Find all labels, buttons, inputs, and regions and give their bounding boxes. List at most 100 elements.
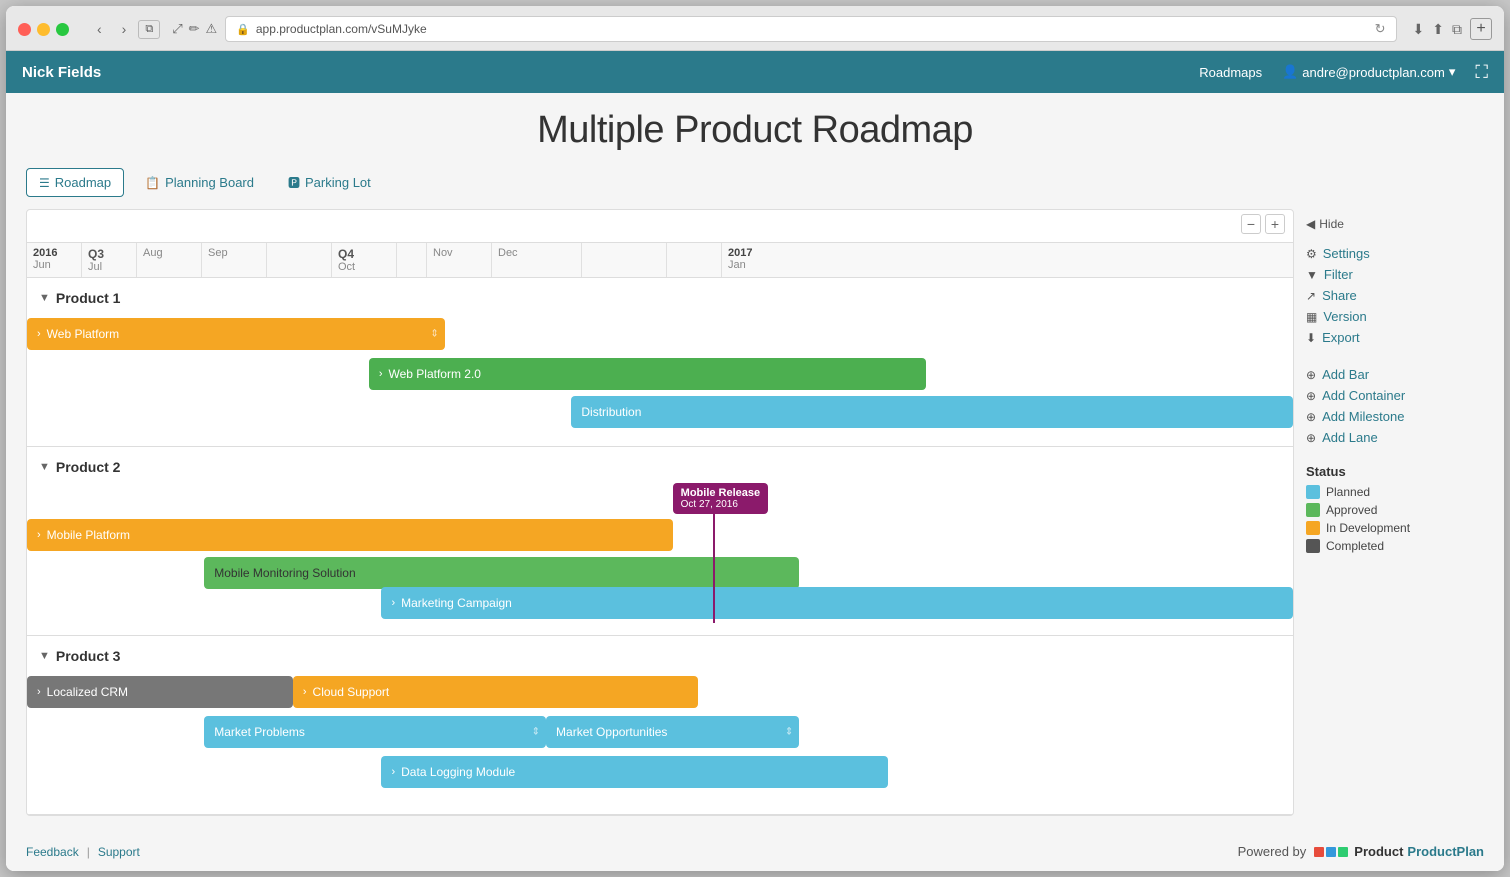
col-q4: Q4 Oct (332, 243, 397, 277)
tool3-button[interactable]: ⚠ (206, 21, 218, 37)
expand-icon: ⇕ (785, 727, 793, 738)
status-legend: Status Planned Approved In Development (1306, 464, 1472, 553)
user-menu[interactable]: 👤 andre@productplan.com ▾ (1282, 64, 1455, 80)
mobile-release-milestone: Mobile Release Oct 27, 2016 (673, 483, 768, 623)
add-container-item[interactable]: ⊕ Add Container (1306, 385, 1472, 406)
filter-item[interactable]: ▼ Filter (1306, 264, 1472, 285)
zoom-in-button[interactable]: + (1265, 214, 1285, 234)
export-item[interactable]: ⬇ Export (1306, 327, 1472, 348)
add-milestone-item[interactable]: ⊕ Add Milestone (1306, 406, 1472, 427)
add-container-icon: ⊕ (1306, 389, 1316, 403)
page-title: Multiple Product Roadmap (26, 109, 1484, 152)
footer-links: Feedback | Support (26, 845, 140, 859)
add-bar-item[interactable]: ⊕ Add Bar (1306, 364, 1472, 385)
footer: Feedback | Support Powered by Product Pro… (6, 832, 1504, 871)
tab-planning[interactable]: 📋 Planning Board (132, 168, 267, 197)
version-item[interactable]: ▦ Version (1306, 306, 1472, 327)
sidebar-tools: ⚙ Settings ▼ Filter ↗ Share ▦ (1306, 243, 1472, 348)
brand-logo-blue (1326, 847, 1336, 857)
roadmap-area: − + 2016 Jun Q3 Jul (26, 209, 1294, 816)
url-text: app.productplan.com/vSuMJyke (256, 22, 427, 36)
col-sep: Sep (202, 243, 267, 277)
window-view-button[interactable]: ⧉ (138, 20, 160, 39)
brand-name: Nick Fields (22, 64, 101, 81)
localized-crm-bar[interactable]: › Localized CRM (27, 676, 293, 708)
milestone-label: Mobile Release Oct 27, 2016 (673, 483, 768, 514)
bar-arrow-icon: › (303, 686, 307, 698)
settings-item[interactable]: ⚙ Settings (1306, 243, 1472, 264)
col-empty3 (582, 243, 667, 277)
marketing-bar[interactable]: › Marketing Campaign (381, 587, 1293, 619)
share-action-button[interactable]: ⬆ (1432, 21, 1444, 38)
product2-section: ▼ Product 2 Mobile Release Oct 27, 2016 (27, 447, 1293, 636)
market-opportunities-bar[interactable]: Market Opportunities ⇕ (546, 716, 799, 748)
tab-parking[interactable]: 🅿 Parking Lot (275, 168, 384, 197)
zoom-out-button[interactable]: − (1241, 214, 1261, 234)
web-platform-bar[interactable]: › Web Platform ⇕ (27, 318, 445, 350)
close-button[interactable] (18, 23, 31, 36)
forward-button[interactable]: › (118, 19, 131, 39)
add-bar-icon: ⊕ (1306, 368, 1316, 382)
product3-collapse[interactable]: ▼ (39, 650, 50, 662)
tool2-button[interactable]: ✏ (189, 21, 200, 37)
tool1-button[interactable]: ⤢ (172, 21, 182, 37)
product1-collapse[interactable]: ▼ (39, 292, 50, 304)
approved-dot (1306, 503, 1320, 517)
back-button[interactable]: ‹ (93, 19, 106, 39)
minimize-button[interactable] (37, 23, 50, 36)
roadmaps-link[interactable]: Roadmaps (1199, 65, 1262, 80)
brand-logo-red (1314, 847, 1324, 857)
maximize-button[interactable] (56, 23, 69, 36)
expand-icon: ⇕ (532, 727, 540, 738)
top-nav: Nick Fields Roadmaps 👤 andre@productplan… (6, 51, 1504, 93)
col-dec: Dec (492, 243, 582, 277)
hide-button[interactable]: ◀ Hide (1306, 217, 1472, 231)
support-link[interactable]: Support (98, 845, 140, 859)
col-2016: 2016 Jun (27, 243, 82, 277)
product2-header: ▼ Product 2 (27, 455, 1293, 483)
version-icon: ▦ (1306, 310, 1317, 324)
feedback-link[interactable]: Feedback (26, 845, 79, 859)
new-tab-button[interactable]: + (1470, 18, 1492, 40)
product1-section: ▼ Product 1 › Web Platform ⇕ (27, 278, 1293, 447)
product2-collapse[interactable]: ▼ (39, 461, 50, 473)
add-milestone-icon: ⊕ (1306, 410, 1316, 424)
in-development-dot (1306, 521, 1320, 535)
col-nov: Nov (427, 243, 492, 277)
parking-tab-icon: 🅿 (288, 174, 300, 191)
market-problems-bar[interactable]: Market Problems ⇕ (204, 716, 546, 748)
data-logging-bar[interactable]: › Data Logging Module (381, 756, 887, 788)
col-empty1 (267, 243, 332, 277)
cloud-support-bar[interactable]: › Cloud Support (293, 676, 698, 708)
bar-label: Distribution (581, 405, 641, 419)
col-aug: Aug (137, 243, 202, 277)
url-bar[interactable]: 🔒 app.productplan.com/vSuMJyke ↻ (225, 16, 1396, 42)
status-in-development: In Development (1306, 521, 1472, 535)
fullscreen-button[interactable]: ⛶ (1475, 62, 1488, 83)
bar-label: Market Opportunities (556, 725, 667, 739)
footer-brand: Powered by Product ProductPlan (1238, 844, 1484, 859)
download-button[interactable]: ⬇ (1413, 21, 1425, 38)
mobile-platform-bar[interactable]: › Mobile Platform (27, 519, 673, 551)
bar-label: Localized CRM (47, 685, 128, 699)
hide-arrow-icon: ◀ (1306, 217, 1315, 231)
share-item[interactable]: ↗ Share (1306, 285, 1472, 306)
bar-label: Cloud Support (313, 685, 390, 699)
brand-name-text: Product (1354, 844, 1403, 859)
product3-timeline: › Localized CRM › Cloud Support Market P… (27, 672, 1293, 802)
user-email: andre@productplan.com (1302, 65, 1445, 80)
reload-button[interactable]: ↻ (1375, 21, 1386, 37)
web-platform2-bar[interactable]: › Web Platform 2.0 (369, 358, 926, 390)
brand-colored-text: ProductPlan (1407, 844, 1484, 859)
timeline-header: 2016 Jun Q3 Jul Aug Sep (27, 242, 1293, 278)
powered-by-text: Powered by (1238, 844, 1307, 859)
add-lane-item[interactable]: ⊕ Add Lane (1306, 427, 1472, 448)
product3-header: ▼ Product 3 (27, 644, 1293, 672)
product1-header: ▼ Product 1 (27, 286, 1293, 314)
tab-roadmap[interactable]: ☰ Roadmap (26, 168, 124, 197)
tabs-button[interactable]: ⧉ (1452, 21, 1462, 38)
bar-label: Mobile Monitoring Solution (214, 566, 355, 580)
distribution-bar[interactable]: Distribution (571, 396, 1293, 428)
status-approved: Approved (1306, 503, 1472, 517)
brand-logo-green (1338, 847, 1348, 857)
